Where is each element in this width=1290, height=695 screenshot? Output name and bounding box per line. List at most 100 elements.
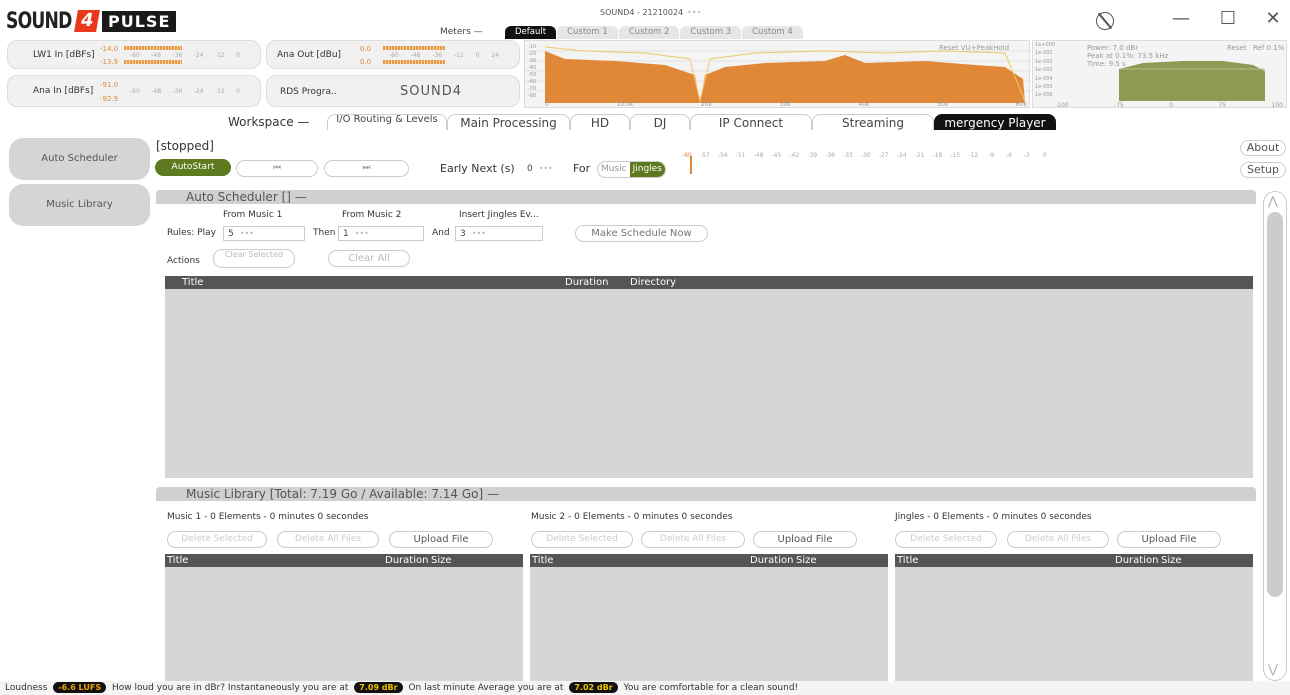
power-ref[interactable]: Ref 0.1% xyxy=(1253,44,1284,52)
lufs-badge: -6.6 LUFS xyxy=(53,682,107,693)
about-button[interactable]: About xyxy=(1240,140,1286,156)
scale-tick: -36 xyxy=(432,52,443,59)
scroll-thumb[interactable] xyxy=(1267,212,1283,597)
instant-dbr-badge: 7.09 dBr xyxy=(354,682,403,693)
lw1-in-bar-r xyxy=(124,60,182,64)
jingles-delete-all[interactable]: Delete All Files xyxy=(1007,531,1109,548)
music2-col-title[interactable]: Title xyxy=(532,554,553,567)
jingles-table-body[interactable] xyxy=(895,567,1253,681)
vu-tick: -48 xyxy=(753,152,764,159)
music-library-header[interactable]: Music Library [Total: 7.19 Go / Availabl… xyxy=(156,487,1256,501)
nav-music-library[interactable]: Music Library xyxy=(9,184,150,226)
from-music1-label: From Music 1 xyxy=(223,210,283,220)
loudness-text-1: How loud you are in dBr? Instantaneously… xyxy=(111,683,349,693)
scroll-up-icon[interactable]: ⋀ xyxy=(1268,194,1278,208)
jingles-upload[interactable]: Upload File xyxy=(1117,531,1221,548)
music1-table-body[interactable] xyxy=(165,567,523,681)
music1-delete-selected[interactable]: Delete Selected xyxy=(167,531,267,548)
meters-tab-custom1[interactable]: Custom 1 xyxy=(557,26,618,39)
minimize-button[interactable]: — xyxy=(1168,8,1194,32)
insert-jingles-field[interactable]: 3 ••• xyxy=(455,226,543,241)
close-button[interactable]: ✕ xyxy=(1260,8,1286,32)
ana-out-label: Ana Out [dBu] xyxy=(277,50,342,60)
x-tick: 20k xyxy=(700,101,713,108)
maximize-button[interactable]: ☐ xyxy=(1215,8,1241,32)
source-toggle[interactable]: Music Jingles xyxy=(597,161,666,178)
jingles-delete-selected[interactable]: Delete Selected xyxy=(895,531,997,548)
tab-hd[interactable]: HD xyxy=(570,114,630,130)
column-directory[interactable]: Directory xyxy=(630,276,676,289)
clear-selected-button[interactable]: Clear Selected xyxy=(213,249,295,268)
loudness-text-2: On last minute Average you are at xyxy=(408,683,564,693)
tab-emergency-player[interactable]: mergency Player xyxy=(934,114,1056,130)
from-music2-field[interactable]: 1 ••• xyxy=(338,226,424,241)
workspace-tabs: I/O Routing & Levels Main Processing HD … xyxy=(327,114,1056,130)
make-schedule-button[interactable]: Make Schedule Now xyxy=(575,225,708,242)
scroll-down-icon[interactable]: ⋁ xyxy=(1268,662,1278,676)
from-music1-field[interactable]: 5 ••• xyxy=(223,226,305,241)
meters-tab-default[interactable]: Default xyxy=(505,26,557,39)
tab-main-processing[interactable]: Main Processing xyxy=(447,114,570,130)
column-title[interactable]: Title xyxy=(182,276,203,289)
meters-label[interactable]: Meters — xyxy=(440,27,483,37)
music2-delete-all[interactable]: Delete All Files xyxy=(641,531,745,548)
x-tick: 0 xyxy=(545,101,549,108)
music2-upload[interactable]: Upload File xyxy=(753,531,857,548)
music1-col-duration[interactable]: Duration xyxy=(385,554,428,567)
spectrum-reset[interactable]: Reset VU+PeakHold xyxy=(939,44,1009,52)
nav-auto-scheduler[interactable]: Auto Scheduler xyxy=(9,138,150,180)
meters-tab-custom3[interactable]: Custom 3 xyxy=(680,26,742,39)
from-music1-value: 5 xyxy=(228,229,234,239)
music1-upload[interactable]: Upload File xyxy=(389,531,493,548)
jingles-col-title[interactable]: Title xyxy=(897,554,918,567)
tab-dj[interactable]: DJ xyxy=(630,114,690,130)
schedule-table-body[interactable] xyxy=(165,289,1253,478)
meters-tab-custom2[interactable]: Custom 2 xyxy=(618,26,680,39)
music2-col-duration[interactable]: Duration xyxy=(750,554,793,567)
lw1-in-label: LW1 In [dBFs] xyxy=(33,50,95,60)
tab-io-routing[interactable]: I/O Routing & Levels xyxy=(327,114,447,130)
next-button[interactable]: ⏭ xyxy=(324,160,409,177)
scale-tick: 0 xyxy=(236,88,240,95)
ana-out-bar-r xyxy=(383,60,445,64)
source-jingles[interactable]: Jingles xyxy=(629,162,665,177)
music1-col-title[interactable]: Title xyxy=(167,554,188,567)
tab-streaming[interactable]: Streaming xyxy=(812,114,934,130)
power-reset[interactable]: Reset xyxy=(1227,44,1247,52)
rds-meter: RDS Progra.. SOUND4 xyxy=(266,75,520,107)
meters-tab-custom4[interactable]: Custom 4 xyxy=(742,26,803,39)
scale-tick: -48 xyxy=(151,88,162,95)
spectrum-analyzer[interactable]: Reset VU+PeakHold 0 10.0k 20k 30k 40k 50k 60k … xyxy=(524,40,1031,108)
auto-scheduler-header[interactable]: Auto Scheduler [] — xyxy=(156,190,1256,204)
y-tick: 1e-002 xyxy=(1035,58,1053,65)
power-x-ticks: -100 -75 0 75 100 xyxy=(1055,102,1283,109)
workspace-label[interactable]: Workspace — xyxy=(228,115,309,129)
scale-tick: -60 xyxy=(130,52,140,59)
column-duration[interactable]: Duration xyxy=(565,276,608,289)
music2-table-body[interactable] xyxy=(530,567,888,681)
music2-delete-selected[interactable]: Delete Selected xyxy=(531,531,633,548)
music1-col-size[interactable]: Size xyxy=(431,554,452,567)
jingles-col-duration[interactable]: Duration xyxy=(1115,554,1158,567)
scale-tick: 0 xyxy=(475,52,480,59)
power-distribution-graph[interactable]: Power: 7.0 dBr Peak at 0.1%: 73.5 kHz Ti… xyxy=(1032,40,1287,109)
previous-button[interactable]: ⏮ xyxy=(236,160,318,177)
y-tick: 1e-001 xyxy=(1035,50,1053,57)
main-scrollbar[interactable]: ⋀ ⋁ xyxy=(1263,191,1287,681)
early-next-field[interactable]: 0 ••• xyxy=(523,162,566,177)
mute-icon[interactable] xyxy=(1096,12,1114,30)
y-tick: 1e-004 xyxy=(1035,75,1053,82)
from-music2-value: 1 xyxy=(343,229,349,239)
autostart-button[interactable]: AutoStart xyxy=(155,159,231,176)
tab-ip-connect[interactable]: IP Connect xyxy=(690,114,812,130)
source-music[interactable]: Music xyxy=(598,162,630,177)
early-next-value: 0 xyxy=(527,164,533,174)
music1-delete-all[interactable]: Delete All Files xyxy=(277,531,379,548)
jingles-col-size[interactable]: Size xyxy=(1161,554,1182,567)
scale-tick: -12 xyxy=(453,52,464,59)
clear-all-button[interactable]: Clear All xyxy=(328,250,410,267)
setup-button[interactable]: Setup xyxy=(1240,162,1286,178)
music2-col-size[interactable]: Size xyxy=(796,554,817,567)
vu-tick: -6 xyxy=(1005,152,1012,159)
vu-tick: -27 xyxy=(878,152,889,159)
